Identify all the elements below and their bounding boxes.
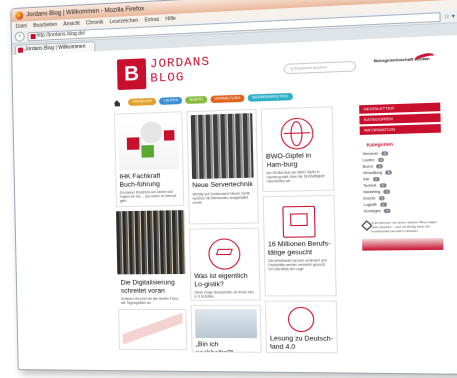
post-card[interactable]: „Bin ich nachhaltig?“ <box>190 304 262 353</box>
post-card[interactable]: Lesung zu Deutsch-land 4.0 <box>264 300 338 354</box>
graduation-cap-icon <box>208 238 241 270</box>
category-count: 2 <box>372 176 380 182</box>
sidebar-banner-image[interactable] <box>362 237 444 261</box>
post-title: Lesung zu Deutsch-land 4.0 <box>269 335 334 351</box>
plus-block-icon <box>126 137 140 150</box>
post-excerpt: Am 05.Mai fand der BWO Gipfel in Hamburg… <box>266 169 325 184</box>
category-count: 6 <box>377 157 385 163</box>
post-image <box>118 115 180 171</box>
post-excerpt: Ein kleiner Rückblick auf Zahlen und Fak… <box>119 189 177 204</box>
post-title: 16 Millionen Berufs-tätige gesucht <box>267 240 331 257</box>
post-card[interactable]: IHK Fachkraft Buch-führung Ein kleiner R… <box>113 111 185 208</box>
post-card[interactable]: Neue Servertechnik Wichtig auf Vorderman… <box>186 108 259 225</box>
post-image <box>116 210 186 275</box>
menu-bearbeiten[interactable]: Bearbeiten <box>33 21 57 28</box>
post-card[interactable]: 16 Millionen Berufs-tätige gesucht Die A… <box>262 194 337 297</box>
post-excerpt: Die Arbeitswelt hat sich verändert und F… <box>268 258 327 272</box>
sidebar-note: Unternehmen mit einem starken Blog trage… <box>362 220 443 234</box>
category-count: 5 <box>379 183 387 188</box>
page-viewport: B JORDANS BLOG Q Keyword suchen Bürogeme… <box>12 34 457 374</box>
post-card[interactable] <box>118 309 188 351</box>
post-excerpt: Schauen Sie jetzt bei den letzten Fotos … <box>120 296 179 305</box>
menu-lesezeichen[interactable]: Lesezeichen <box>109 17 138 25</box>
newsletter-button[interactable]: NEWSLETTER <box>359 102 441 114</box>
category-count: 3 <box>376 164 383 169</box>
menu-datei[interactable]: Datei <box>16 23 28 30</box>
toolbar-icons[interactable]: ☆ ▾ C ⌂ <box>443 11 457 20</box>
menu-chronik[interactable]: Chronik <box>86 19 104 26</box>
post-title: BWO-Gipfel in Ham-burg <box>266 152 312 169</box>
post-card[interactable]: Die Digitalisierung schreitet voran Scha… <box>116 210 187 305</box>
home-icon[interactable] <box>114 100 121 106</box>
category-pill[interactable]: VERWALTUNG <box>210 94 245 104</box>
blog-logo-icon[interactable]: B <box>116 58 147 91</box>
graduation-cap-icon <box>287 306 315 333</box>
categories-heading: Kategorien <box>366 141 394 148</box>
post-card[interactable]: BWO-Gipfel in Ham-burg Am 05.Mai fand de… <box>260 106 335 193</box>
globe-icon <box>280 117 314 150</box>
category-name: Sonstiges <box>363 208 381 214</box>
category-pill[interactable]: BUERO <box>185 95 208 104</box>
post-title: Neue Servertechnik <box>192 180 253 190</box>
times-block-icon <box>163 130 175 141</box>
menu-extras[interactable]: Extras <box>144 16 159 23</box>
menu-ansicht[interactable]: Ansicht <box>63 20 80 27</box>
post-excerpt: Wichtig auf Vordermann! Neues Gerät welc… <box>192 190 250 205</box>
logo-line-2: BLOG <box>150 70 185 86</box>
back-button[interactable]: ‹ <box>14 31 25 42</box>
post-image <box>194 309 258 339</box>
category-pill[interactable]: VERNEUER <box>128 97 157 106</box>
browser-window: Jordans Blog | Willkommen - Mozilla Fire… <box>10 0 457 376</box>
post-grid: IHK Fachkraft Buch-führung Ein kleiner R… <box>113 106 338 354</box>
category-count: 7 <box>384 208 391 214</box>
presentation-icon <box>282 205 316 238</box>
firefox-icon <box>15 10 24 20</box>
post-card[interactable]: Was ist eigentlich Lo-gistik? Diese Frag… <box>188 227 261 301</box>
category-pill[interactable]: WERBEMARKETING <box>247 92 293 102</box>
search-input[interactable]: Q Keyword suchen <box>283 60 357 75</box>
category-count: 4 <box>383 189 391 194</box>
information-button[interactable]: INFORMATION <box>359 124 441 135</box>
post-title: „Bin ich nachhaltig?“ <box>195 341 234 353</box>
category-count: 8 <box>385 170 392 175</box>
company-logo-icon <box>413 51 436 65</box>
post-title: Die Digitalisierung schreitet voran <box>120 279 175 295</box>
minus-block-icon <box>141 145 155 158</box>
post-title: IHK Fachkraft Buch-führung <box>119 172 161 189</box>
menu-hilfe[interactable]: Hilfe <box>165 15 176 22</box>
blog-logo-text[interactable]: JORDANS BLOG <box>150 54 211 85</box>
category-count: 4 <box>381 151 389 156</box>
category-count: 2 <box>380 202 387 207</box>
category-count: 3 <box>378 196 386 201</box>
categories-button[interactable]: KATEGORIEN <box>359 113 441 125</box>
sidebar: NEWSLETTER KATEGORIEN INFORMATION Katego… <box>359 102 444 261</box>
logo-line-1: JORDANS <box>149 54 211 72</box>
post-title: Was ist eigentlich Lo-gistik? <box>194 272 248 288</box>
category-pill[interactable]: LAUFEN <box>159 96 183 105</box>
category-bar: VERNEUER LAUFEN BUERO VERWALTUNG WERBEMA… <box>114 92 293 107</box>
post-excerpt: Diese Frage beantworten wir Ihnen hier i… <box>194 290 254 299</box>
post-image <box>122 313 184 345</box>
post-image <box>190 113 254 180</box>
sidebar-category[interactable]: Sonstiges 7 <box>361 207 442 215</box>
